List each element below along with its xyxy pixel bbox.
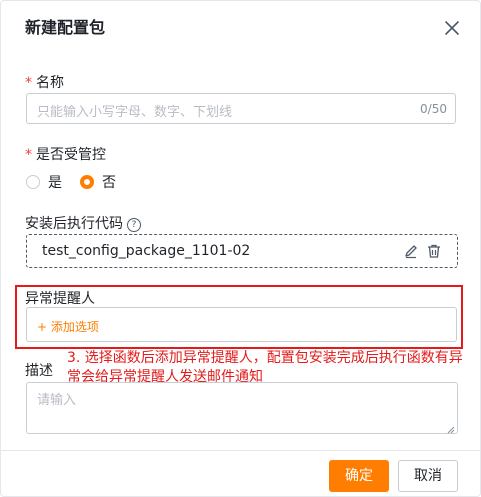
description-label: 描述 bbox=[25, 363, 53, 379]
alert-recipients-label: 异常提醒人 bbox=[25, 291, 95, 307]
radio-no-label: 否 bbox=[102, 175, 116, 191]
required-mark: * bbox=[25, 147, 32, 163]
post-install-code-value: test_config_package_1101-02 bbox=[42, 243, 251, 259]
controlled-label-text: 是否受管控 bbox=[36, 147, 106, 163]
cancel-button[interactable]: 取消 bbox=[398, 460, 458, 492]
dialog-title: 新建配置包 bbox=[25, 18, 106, 37]
confirm-button[interactable]: 确定 bbox=[329, 460, 389, 492]
description-textarea[interactable]: 请输入 bbox=[26, 382, 458, 434]
name-placeholder: 只能输入小写字母、数字、下划线 bbox=[37, 105, 233, 120]
add-option-button[interactable]: + 添加选项 bbox=[26, 307, 457, 342]
radio-no[interactable]: 否 bbox=[80, 172, 116, 192]
radio-circle-selected bbox=[80, 175, 94, 189]
footer-divider bbox=[1, 450, 480, 451]
name-label-text: 名称 bbox=[36, 75, 64, 91]
help-circle-icon[interactable]: ? bbox=[127, 218, 141, 232]
resize-handle-icon[interactable] bbox=[447, 423, 455, 434]
radio-yes[interactable]: 是 bbox=[26, 172, 62, 192]
name-label: * 名称 bbox=[25, 72, 64, 92]
post-install-label: 安装后执行代码? bbox=[25, 213, 141, 233]
post-install-label-text: 安装后执行代码 bbox=[25, 216, 123, 232]
radio-circle bbox=[26, 175, 40, 189]
name-char-counter: 0/50 bbox=[420, 102, 447, 116]
create-config-package-dialog: 新建配置包 * 名称 只能输入小写字母、数字、下划线 0/50 * 是否受管控 是 … bbox=[0, 0, 481, 497]
pencil-icon[interactable] bbox=[403, 243, 419, 259]
required-mark: * bbox=[25, 75, 32, 91]
close-icon[interactable] bbox=[441, 17, 463, 39]
controlled-label: * 是否受管控 bbox=[25, 144, 106, 164]
trash-icon[interactable] bbox=[426, 243, 442, 259]
radio-yes-label: 是 bbox=[48, 175, 62, 191]
description-placeholder: 请输入 bbox=[37, 393, 77, 408]
post-install-code-field: test_config_package_1101-02 bbox=[26, 234, 458, 268]
name-input[interactable]: 只能输入小写字母、数字、下划线 0/50 bbox=[26, 93, 456, 124]
